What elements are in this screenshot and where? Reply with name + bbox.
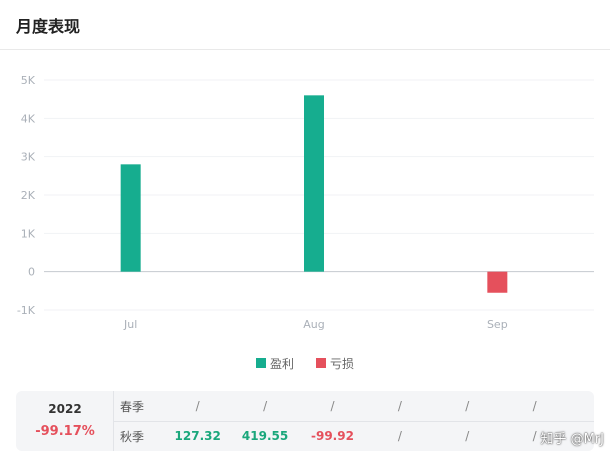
x-tick-label: Jul — [123, 318, 137, 331]
year-summary: 2022 -99.17% — [16, 391, 114, 451]
page-title: 月度表现 — [16, 17, 81, 36]
y-tick-label: 3K — [21, 151, 36, 164]
legend-swatch-loss — [316, 358, 326, 368]
season-row-autumn: 秋季 127.32 419.55 -99.92 / / / — [114, 421, 594, 451]
season-cell: / — [397, 399, 402, 413]
season-cell: / — [465, 429, 470, 443]
legend-label-profit: 盈利 — [269, 356, 294, 371]
bar-jul[interactable] — [120, 164, 141, 272]
bar-sep[interactable] — [487, 271, 508, 293]
season-label-autumn: 秋季 — [120, 429, 145, 444]
legend-item-loss[interactable]: 亏损 — [316, 355, 354, 371]
year-return: -99.17% — [35, 424, 95, 439]
bar-aug[interactable] — [304, 95, 324, 272]
season-table: 2022 -99.17% 春季 / / / / / / 秋季 127.32 41… — [16, 391, 594, 451]
y-tick-label: 0 — [28, 266, 35, 279]
x-tick-label: Aug — [303, 318, 324, 331]
season-cell: -99.92 — [311, 429, 354, 443]
y-tick-label: 2K — [21, 189, 36, 202]
x-tick-label: Sep — [487, 318, 508, 331]
season-cell: 419.55 — [241, 429, 289, 443]
season-cell: 127.32 — [174, 429, 221, 443]
chart-legend: 盈利 亏损 — [0, 355, 610, 371]
season-cell: / — [397, 429, 402, 443]
legend-swatch-profit — [255, 358, 266, 368]
year-label: 2022 — [48, 402, 82, 416]
season-cell: / — [330, 399, 335, 413]
season-row-spring: 春季 / / / / / / — [114, 391, 594, 422]
y-tick-label: 1K — [21, 227, 36, 240]
season-label-spring: 春季 — [120, 399, 145, 414]
season-cell: / — [195, 399, 200, 413]
y-tick-label: 5K — [21, 74, 36, 87]
watermark: 知乎 @MrJ — [540, 432, 604, 447]
season-cell: / — [532, 399, 537, 413]
season-cell: / — [465, 399, 470, 413]
season-cell: / — [263, 399, 268, 413]
monthly-bar-chart: 5K 4K 3K 2K 1K 0 -1K Jul Aug Sep — [17, 74, 594, 331]
legend-item-profit[interactable]: 盈利 — [255, 355, 294, 371]
y-tick-label: -1K — [17, 304, 36, 317]
header: 月度表现 — [0, 0, 610, 50]
y-tick-label: 4K — [21, 112, 36, 125]
legend-label-loss: 亏损 — [330, 356, 355, 371]
